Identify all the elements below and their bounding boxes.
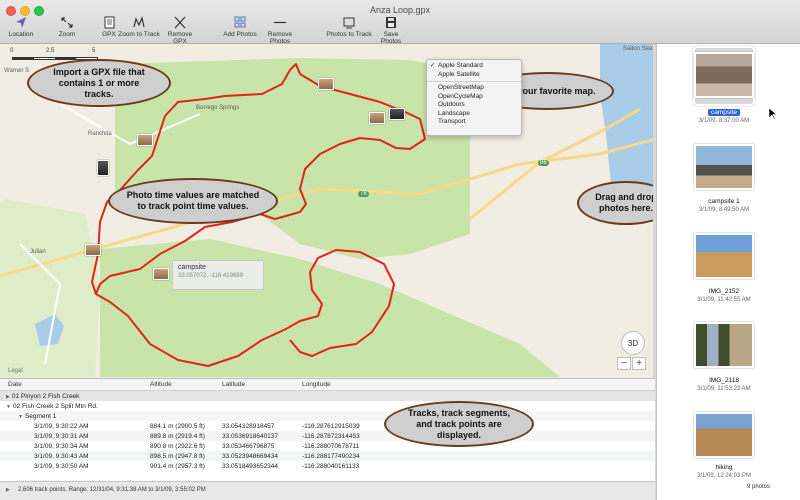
photo-date: 3/1/09, 11:53:23 AM xyxy=(697,386,751,392)
road-badge-78: 78 xyxy=(358,191,369,197)
location-button[interactable]: Location xyxy=(6,16,36,42)
track-row-01[interactable]: ▶ 01 Pinyon 2 Fish Creek xyxy=(0,391,655,401)
window-title: Anza Loop.gpx xyxy=(369,5,431,15)
menu-item-outdoors[interactable]: Outdoors xyxy=(427,101,521,110)
photo-thumbnail[interactable] xyxy=(694,322,754,368)
tooltip-title: campsite xyxy=(178,264,207,271)
map-view[interactable]: 0 2.5 5 Warner S Borrego Springs Ranchit… xyxy=(0,44,655,377)
photo-thumbnail[interactable] xyxy=(694,233,754,279)
disclosure-expanded-icon[interactable]: ▼ xyxy=(18,414,23,420)
photo-pin[interactable] xyxy=(318,78,334,90)
mouse-cursor-icon xyxy=(769,108,777,120)
table-row[interactable]: 3/1/09, 9:30:43 AM 898.5 m (2947.8 ft) 3… xyxy=(0,451,655,461)
photo-name: IMG_2118 xyxy=(709,377,739,384)
zoom-button[interactable]: Zoom xyxy=(55,16,79,42)
photo-pin[interactable] xyxy=(369,112,385,124)
photo-date: 3/1/09, 8:49:50 AM xyxy=(698,207,750,213)
col-latitude[interactable]: Latitude xyxy=(222,381,245,388)
menu-item-opencyclemap[interactable]: OpenCycleMap xyxy=(427,93,521,102)
menu-item-apple-satellite[interactable]: Apple Satellite xyxy=(427,71,521,80)
track-table[interactable]: Date Altitude Latitude Longitude ▶ 01 Pin… xyxy=(0,378,655,481)
photo-thumbnail[interactable] xyxy=(694,52,754,98)
scale-label-5: 5 xyxy=(92,48,96,54)
park-area-west xyxy=(0,199,100,377)
location-arrow-icon xyxy=(16,17,26,28)
photo-thumbnail[interactable] xyxy=(694,412,754,458)
menu-item-openstreetmap[interactable]: OpenStreetMap xyxy=(427,84,521,93)
gpx-document-icon xyxy=(104,16,115,29)
track-point-summary: 2,606 track points. Range: 12/31/04, 9:3… xyxy=(18,487,206,493)
table-row[interactable]: 3/1/09, 9:30:50 AM 901.4 m (2957.3 ft) 3… xyxy=(0,461,655,471)
disclosure-collapsed-icon[interactable]: ▶ xyxy=(6,394,10,400)
3d-button[interactable]: 3D xyxy=(621,331,645,355)
place-warner: Warner S xyxy=(4,68,30,74)
legal-link[interactable]: Legal xyxy=(8,368,23,374)
photo-pin[interactable] xyxy=(389,108,405,120)
map-type-menu[interactable]: Apple Standard Apple Satellite OpenStree… xyxy=(426,59,522,136)
photo-tooltip: campsite 33.057072, -116.419699 xyxy=(172,260,264,290)
track-row-02[interactable]: ▼ 02 Fish Creek 2 Split Mtn Rd. xyxy=(0,401,655,411)
table-row[interactable]: 3/1/09, 9:30:34 AM 890.8 m (2922.6 ft) 3… xyxy=(0,441,655,451)
menu-separator xyxy=(427,81,521,82)
segment-row[interactable]: ▼ Segment 1 xyxy=(0,411,655,421)
table-header: Date Altitude Latitude Longitude xyxy=(0,379,655,391)
toolbar: Anza Loop.gpx Location Zoom GPX Zoom to … xyxy=(0,0,800,45)
place-ranchita: Ranchita xyxy=(88,131,112,137)
place-salton-sea: Salton Sea xyxy=(623,46,653,52)
table-row[interactable]: 3/1/09, 9:30:31 AM 889.8 m (2919.4 ft) 3… xyxy=(0,431,655,441)
callout-time-matching: Photo time values are matched to track p… xyxy=(108,178,278,224)
place-borrego-springs: Borrego Springs xyxy=(196,105,240,111)
tooltip-coords: 33.057072, -116.419699 xyxy=(178,273,243,279)
photo-grid-icon xyxy=(234,16,246,28)
callout-import-gpx: Import a GPX file that contains 1 or mor… xyxy=(27,59,171,107)
menu-item-apple-standard[interactable]: Apple Standard xyxy=(427,62,521,71)
photo-pin[interactable] xyxy=(137,134,153,146)
menu-item-transport[interactable]: Transport xyxy=(427,118,521,127)
scale-label-2-5: 2.5 xyxy=(46,48,55,54)
col-longitude[interactable]: Longitude xyxy=(302,381,331,388)
photos-to-track-button[interactable]: Photos to Track xyxy=(326,16,372,42)
menu-item-landscape[interactable]: Landscape xyxy=(427,110,521,119)
gpx-button[interactable]: GPX xyxy=(99,16,119,42)
minus-bar-icon xyxy=(274,21,286,24)
remove-photos-button[interactable]: Remove Photos xyxy=(258,16,302,45)
table-row[interactable]: 3/1/09, 9:30:22 AM 884.1 m (2900.5 ft) 3… xyxy=(0,421,655,431)
photo-pin[interactable] xyxy=(97,160,109,176)
photo-name: IMG_2152 xyxy=(708,288,740,295)
add-photos-button[interactable]: Add Photos xyxy=(223,16,257,42)
photo-count: 9 photos xyxy=(747,484,771,490)
zoom-to-track-button[interactable]: Zoom to Track xyxy=(118,16,160,42)
place-julian: Julian xyxy=(30,249,46,255)
photo-thumbnail[interactable] xyxy=(694,144,754,190)
zoom-in-button[interactable]: + xyxy=(632,357,646,370)
app-window: Anza Loop.gpx Location Zoom GPX Zoom to … xyxy=(0,0,800,500)
road-badge-86: 86 xyxy=(538,160,549,166)
remove-gpx-button[interactable]: Remove GPX xyxy=(162,16,198,45)
track-zoom-icon xyxy=(133,16,145,28)
scale-label-0: 0 xyxy=(10,48,14,54)
save-photos-button[interactable]: Save Photos xyxy=(373,16,409,45)
photo-date: 3/1/09, 12:24:03 PM xyxy=(696,473,752,479)
photo-pin[interactable] xyxy=(153,268,169,280)
col-altitude[interactable]: Altitude xyxy=(150,381,172,388)
photo-sidebar[interactable]: campsite 3/1/09, 8:37:00 AM campsite 1 3… xyxy=(656,44,800,500)
floppy-disk-icon xyxy=(386,17,396,28)
photo-name: hiking xyxy=(715,464,733,471)
disclosure-expanded-icon[interactable]: ▼ xyxy=(6,404,11,410)
park-area-south xyxy=(100,239,560,377)
zoom-out-button[interactable]: − xyxy=(617,357,631,370)
callout-tracks-displayed: Tracks, track segments, and track points… xyxy=(384,401,534,447)
remove-x-icon xyxy=(174,16,186,29)
disclosure-icon[interactable]: ▶ xyxy=(6,487,10,493)
col-date[interactable]: Date xyxy=(8,381,22,388)
photo-to-track-icon xyxy=(343,17,355,29)
zoom-arrows-icon xyxy=(61,17,73,28)
photo-pin[interactable] xyxy=(85,244,101,256)
status-bar: ▶ 2,606 track points. Range: 12/31/04, 9… xyxy=(0,481,655,500)
photo-name: campsite 1 xyxy=(708,198,740,205)
photo-date: 3/1/09, 11:42:55 AM xyxy=(697,297,751,303)
